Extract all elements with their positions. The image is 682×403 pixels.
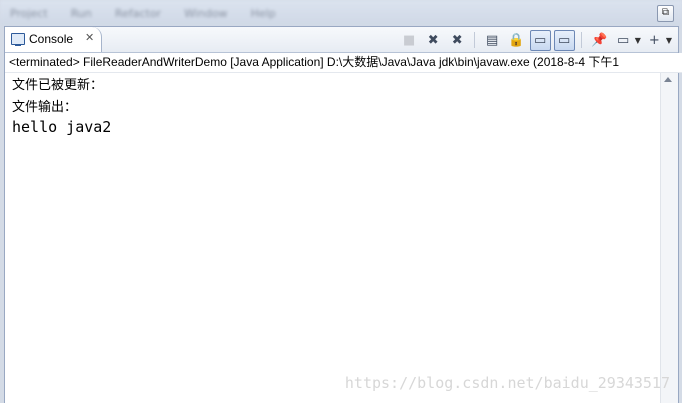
show-on-stderr-icon[interactable]: ▭ — [553, 29, 575, 51]
open-console-icon[interactable]: + — [644, 30, 665, 51]
scroll-lock-icon[interactable]: 🔒 — [506, 30, 527, 51]
console-output[interactable]: 文件已被更新： 文件输出： hello java2 — [5, 73, 655, 403]
output-line: 文件已被更新： — [12, 78, 104, 93]
clear-console-icon[interactable]: ▤ — [482, 30, 503, 51]
menu-item[interactable]: Run — [71, 7, 92, 20]
process-status-line: <terminated> FileReaderAndWriterDemo [Ja… — [5, 53, 682, 73]
toolbar-separator — [473, 32, 475, 48]
remove-launch-icon[interactable]: ✖ — [423, 30, 444, 51]
console-toolbar: ■ ✖ ✖ ▤ 🔒 ▭ ▭ 📌 ▭ ▼ + ▼ — [396, 29, 672, 51]
vertical-scrollbar[interactable] — [660, 73, 678, 403]
chevron-down-icon[interactable]: ▼ — [666, 36, 672, 45]
tab-label: Console — [29, 32, 74, 46]
menu-bar: Project Run Refactor Window Help — [0, 0, 682, 26]
pin-console-icon[interactable]: 📌 — [589, 30, 610, 51]
chevron-down-icon[interactable]: ▼ — [635, 36, 641, 45]
scroll-up-icon[interactable] — [664, 77, 672, 82]
show-on-stdout-icon[interactable]: ▭ — [529, 29, 551, 51]
console-view: Console ✕ ■ ✖ ✖ ▤ 🔒 ▭ ▭ 📌 ▭ ▼ + ▼ <termi… — [4, 26, 682, 403]
terminate-icon[interactable]: ■ — [399, 30, 420, 51]
watermark: https://blog.csdn.net/baidu_29343517 — [344, 374, 670, 392]
tab-console[interactable]: Console ✕ — [5, 27, 102, 52]
output-line: hello java2 — [12, 118, 112, 136]
display-selected-console-icon[interactable]: ▭ — [613, 30, 634, 51]
view-tab-bar: Console ✕ ■ ✖ ✖ ▤ 🔒 ▭ ▭ 📌 ▭ ▼ + ▼ — [5, 27, 678, 53]
menu-item[interactable]: Window — [184, 7, 227, 20]
menu-item[interactable]: Refactor — [115, 7, 161, 20]
output-line: 文件输出： — [12, 100, 78, 115]
restore-window-button[interactable]: ⧉ — [657, 5, 674, 22]
menu-item[interactable]: Help — [251, 7, 276, 20]
console-icon — [11, 33, 25, 46]
close-icon[interactable]: ✕ — [85, 31, 94, 44]
menu-item[interactable]: Project — [10, 7, 48, 20]
toolbar-separator — [580, 32, 582, 48]
remove-all-terminated-icon[interactable]: ✖ — [447, 30, 468, 51]
